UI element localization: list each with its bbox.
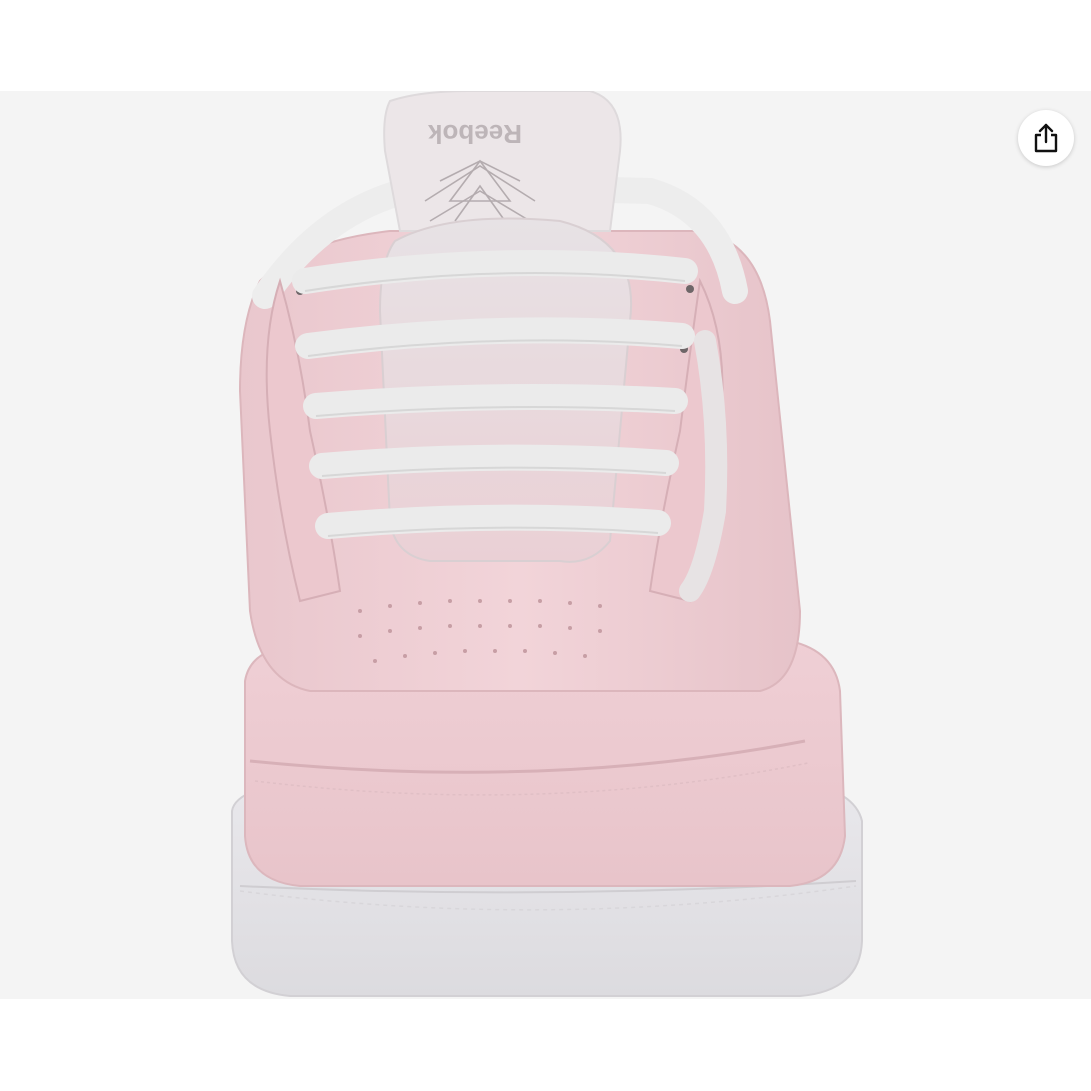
share-icon — [1034, 123, 1058, 153]
product-image-viewer: Reebok — [0, 0, 1091, 1091]
product-image[interactable]: Reebok — [0, 91, 1091, 999]
share-button[interactable] — [1018, 110, 1074, 166]
svg-text:Reebok: Reebok — [428, 119, 522, 149]
product-photo-area: Reebok — [0, 91, 1091, 999]
